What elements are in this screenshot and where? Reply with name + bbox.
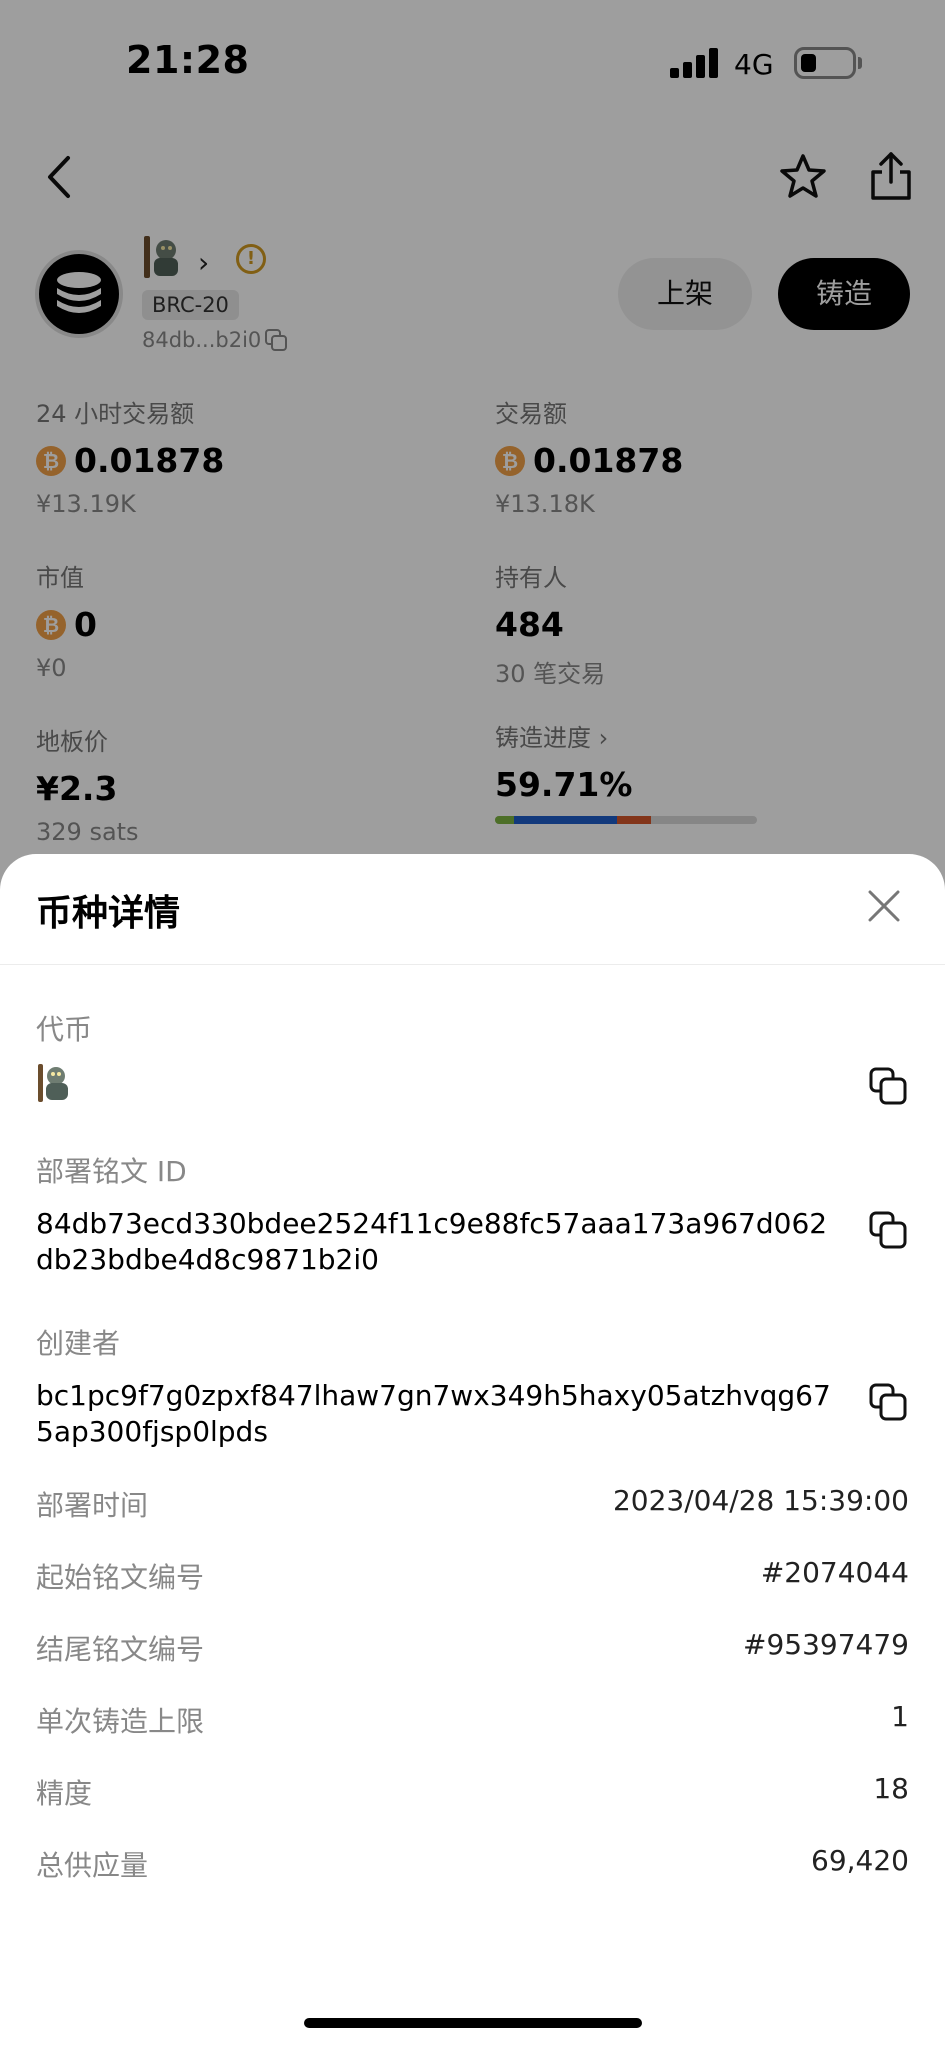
row-value: #95397479: [743, 1628, 909, 1661]
detail-row-deploy-time: 部署时间 2023/04/28 15:39:00: [36, 1484, 909, 1524]
creator-value: bc1pc9f7g0zpxf847lhaw7gn7wx349h5haxy05at…: [36, 1379, 831, 1448]
token-thumbnail-icon: [38, 1064, 68, 1102]
detail-row-total-supply: 总供应量 69,420: [36, 1844, 909, 1884]
copy-icon[interactable]: [868, 1066, 908, 1106]
row-value: 1: [891, 1700, 909, 1733]
close-icon[interactable]: [864, 886, 904, 926]
row-value: 69,420: [811, 1844, 909, 1877]
row-label: 总供应量: [36, 1849, 149, 1882]
divider: [0, 964, 945, 965]
token-label: 代币: [36, 1013, 93, 1046]
detail-row-end-inscription: 结尾铭文编号 #95397479: [36, 1628, 909, 1668]
row-value: #2074044: [760, 1556, 909, 1589]
row-value: 2023/04/28 15:39:00: [612, 1484, 909, 1517]
sheet-title: 币种详情: [36, 893, 181, 934]
row-label: 结尾铭文编号: [36, 1633, 205, 1666]
deploy-id-label: 部署铭文 ID: [36, 1155, 187, 1188]
row-label: 部署时间: [36, 1489, 149, 1522]
row-label: 精度: [36, 1777, 93, 1810]
deploy-id-value: 84db73ecd330bdee2524f11c9e88fc57aaa173a9…: [36, 1207, 828, 1276]
copy-icon[interactable]: [868, 1382, 908, 1422]
row-label: 单次铸造上限: [36, 1705, 205, 1738]
creator-label: 创建者: [36, 1327, 121, 1360]
row-label: 起始铭文编号: [36, 1561, 205, 1594]
token-details-sheet: 币种详情 代币 部署铭文 ID 84db73ecd330bdee2524f11c…: [0, 854, 945, 2048]
detail-row-mint-limit: 单次铸造上限 1: [36, 1700, 909, 1740]
detail-row-start-inscription: 起始铭文编号 #2074044: [36, 1556, 909, 1596]
detail-row-decimals: 精度 18: [36, 1772, 909, 1812]
row-value: 18: [873, 1772, 909, 1805]
copy-icon[interactable]: [868, 1210, 908, 1250]
home-indicator[interactable]: [304, 2018, 642, 2028]
